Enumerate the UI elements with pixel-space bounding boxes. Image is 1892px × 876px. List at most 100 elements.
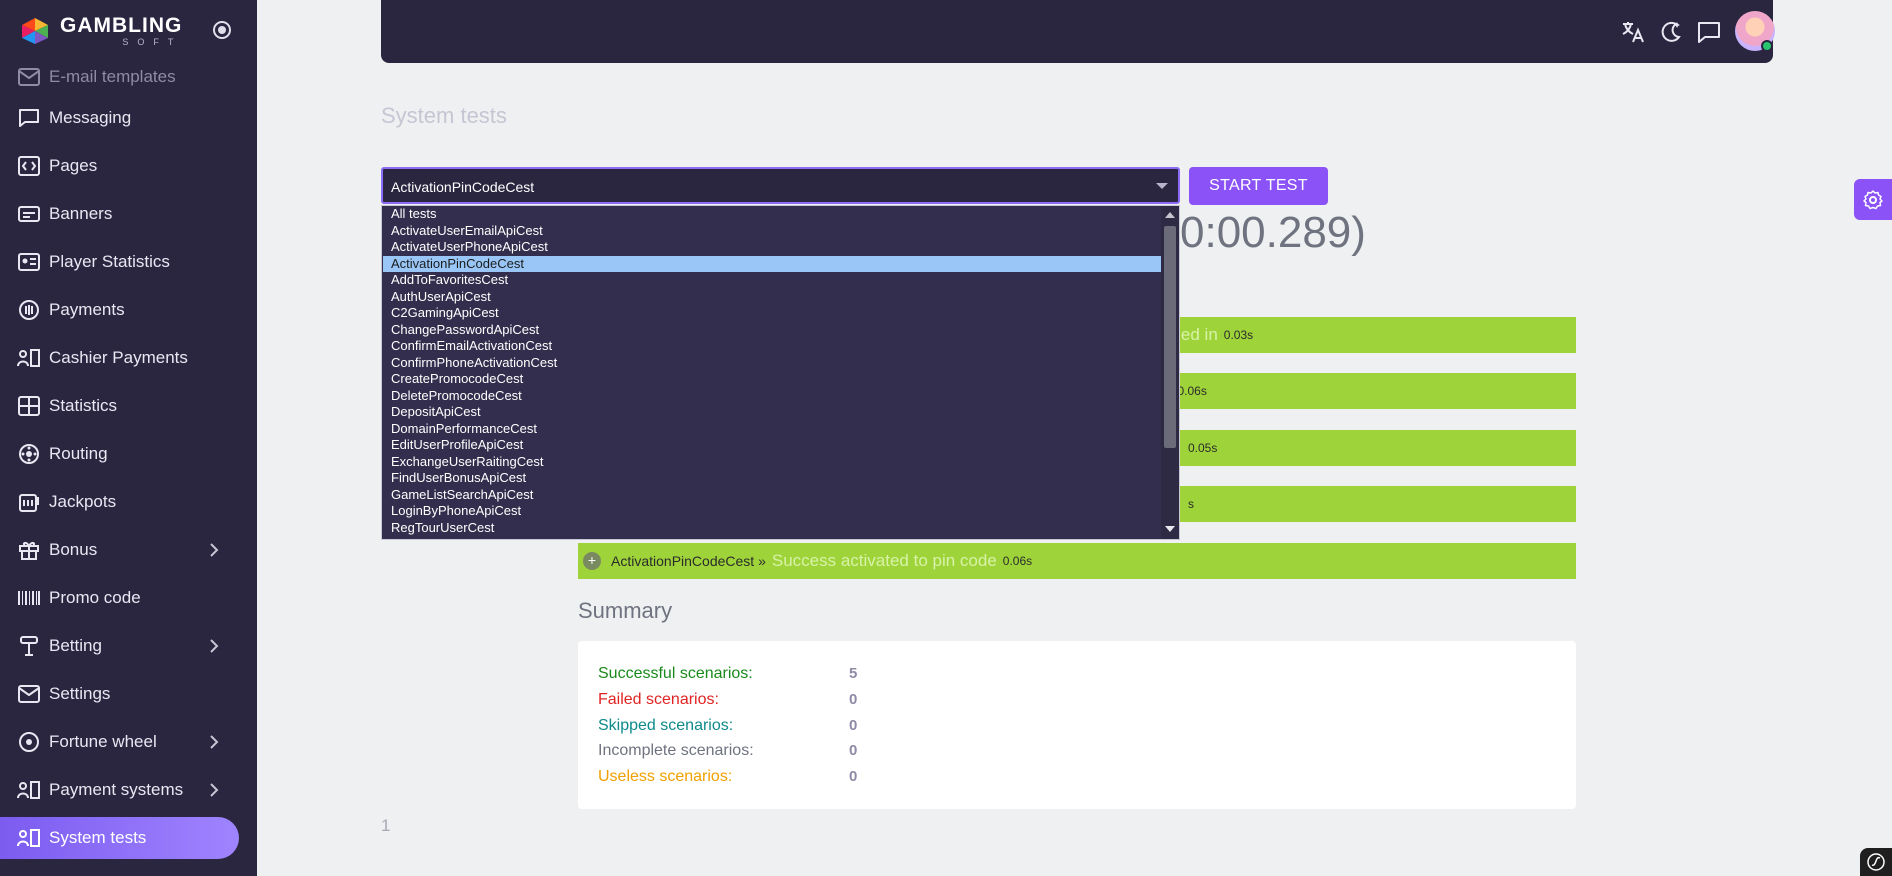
dropdown-option[interactable]: GameListSearchApiCest — [383, 487, 1161, 504]
sidebar-item-label: Statistics — [49, 396, 118, 415]
result-duration: s — [1188, 497, 1194, 511]
translate-icon[interactable] — [1620, 19, 1646, 45]
sidebar-item-label: System tests — [49, 828, 147, 847]
brand-logo[interactable]: GAMBLING SOFT — [20, 14, 182, 48]
dropdown-option[interactable]: ActivateUserPhoneApiCest — [383, 239, 1161, 256]
scroll-down-icon[interactable] — [1165, 526, 1175, 532]
test-select-dropdown: All tests ActivateUserEmailApiCest Activ… — [381, 205, 1180, 540]
sidebar-item-cashier-payments[interactable]: Cashier Payments — [0, 334, 257, 382]
dropdown-option[interactable]: FindUserBonusApiCest — [383, 470, 1161, 487]
summary-useless-value: 0 — [849, 768, 858, 785]
summary-failed-label: Failed scenarios: — [598, 691, 719, 708]
result-duration: 0.06s — [1177, 384, 1207, 398]
cashier-icon — [17, 826, 41, 850]
sidebar: GAMBLING SOFT E-mail templates Messaging… — [0, 0, 257, 876]
dropdown-option[interactable]: AddToFavoritesCest — [383, 272, 1161, 289]
cashier-icon — [17, 778, 41, 802]
brand-name: GAMBLING — [60, 14, 183, 37]
top-bar — [381, 0, 1775, 63]
code-page-icon — [17, 154, 41, 178]
dropdown-option[interactable]: ExchangeUserRaitingCest — [383, 454, 1161, 471]
sidebar-item-pages[interactable]: Pages — [0, 142, 257, 190]
customizer-settings-button[interactable] — [1854, 179, 1892, 220]
sidebar-item-payments[interactable]: Payments — [0, 286, 257, 334]
sidebar-item-label: Fortune wheel — [49, 732, 157, 751]
start-test-button[interactable]: START TEST — [1189, 167, 1328, 205]
moon-icon[interactable] — [1658, 19, 1684, 45]
chat-icon[interactable] — [1696, 19, 1722, 45]
dropdown-option-selected[interactable]: ActivationPinCodeCest — [383, 255, 1161, 272]
sidebar-toggle-icon[interactable] — [213, 21, 231, 39]
summary-failed-value: 0 — [849, 691, 858, 708]
dropdown-option[interactable]: RegTourUserCest — [383, 520, 1161, 537]
summary-skipped-value: 0 — [849, 717, 858, 734]
sidebar-item-routing[interactable]: Routing — [0, 430, 257, 478]
dropdown-arrow-icon[interactable] — [1156, 183, 1168, 189]
barcode-icon — [17, 586, 41, 610]
jackpot-icon — [17, 490, 41, 514]
table-icon — [17, 394, 41, 418]
chat-icon — [17, 106, 41, 130]
sidebar-item-label: Jackpots — [49, 492, 117, 511]
result-duration: 0.03s — [1223, 328, 1254, 342]
sidebar-item-jackpots[interactable]: Jackpots — [0, 478, 257, 526]
sidebar-item-system-tests[interactable]: System tests — [0, 817, 239, 859]
dropdown-option[interactable]: C2GamingApiCest — [383, 305, 1161, 322]
sidebar-item-label: Payment systems — [49, 780, 184, 799]
expand-plus-icon[interactable]: + — [583, 552, 601, 570]
sidebar-item-label: Betting — [49, 636, 102, 655]
logo-icon — [22, 18, 48, 44]
sidebar-item-payment-systems[interactable]: Payment systems — [0, 766, 257, 814]
sidebar-item-bonus[interactable]: Bonus — [0, 526, 257, 574]
online-status-dot — [1761, 40, 1773, 52]
sidebar-item-label: Player Statistics — [49, 252, 170, 271]
sidebar-item-label: Cashier Payments — [49, 348, 188, 367]
sidebar-item-settings[interactable]: Settings — [0, 670, 257, 718]
dropdown-option[interactable]: ConfirmPhoneActivationCest — [383, 355, 1161, 372]
cashier-icon — [17, 346, 41, 370]
chevron-right-icon — [210, 783, 219, 797]
dropdown-option[interactable]: ChangePasswordApiCest — [383, 322, 1161, 339]
dropdown-option[interactable]: All tests — [383, 206, 1161, 223]
sidebar-item-messaging[interactable]: Messaging — [0, 94, 257, 142]
debug-toolbar-icon[interactable] — [1860, 848, 1892, 876]
sidebar-item-promo-code[interactable]: Promo code — [0, 574, 257, 622]
summary-incomplete-label: Incomplete scenarios: — [598, 742, 754, 759]
scroll-up-icon[interactable] — [1165, 212, 1175, 218]
routing-icon — [17, 442, 41, 466]
test-select[interactable]: ActivationPinCodeCest — [381, 167, 1180, 204]
dropdown-scrollbar[interactable] — [1161, 206, 1179, 539]
scrollbar-thumb[interactable] — [1164, 226, 1176, 448]
dropdown-option[interactable]: CreatePromocodeCest — [383, 371, 1161, 388]
dropdown-option[interactable]: ActivateUserEmailApiCest — [383, 223, 1161, 240]
dropdown-option[interactable]: DepositApiCest — [383, 404, 1161, 421]
pagination-page[interactable]: 1 — [381, 816, 390, 836]
sidebar-item-label: Routing — [49, 444, 108, 463]
result-class-name: ActivationPinCodeCest » — [611, 553, 766, 569]
dropdown-option[interactable]: ConfirmEmailActivationCest — [383, 338, 1161, 355]
mail-icon — [17, 682, 41, 706]
dropdown-option[interactable]: EditUserProfileApiCest — [383, 437, 1161, 454]
sidebar-item-email-templates[interactable]: E-mail templates — [0, 60, 257, 94]
sidebar-item-label: Settings — [49, 684, 111, 703]
dropdown-option[interactable]: DeletePromocodeCest — [383, 388, 1161, 405]
result-row[interactable]: + ActivationPinCodeCest » Success activa… — [578, 543, 1576, 579]
sidebar-item-banners[interactable]: Banners — [0, 190, 257, 238]
sidebar-item-statistics[interactable]: Statistics — [0, 382, 257, 430]
dropdown-option[interactable]: DomainPerformanceCest — [383, 421, 1161, 438]
sidebar-item-fortune-wheel[interactable]: Fortune wheel — [0, 718, 257, 766]
wheel-icon — [17, 730, 41, 754]
sidebar-item-betting[interactable]: Betting — [0, 622, 257, 670]
sidebar-item-player-statistics[interactable]: Player Statistics — [0, 238, 257, 286]
sidebar-item-label: E-mail templates — [49, 67, 176, 86]
dropdown-option[interactable]: AuthUserApiCest — [383, 289, 1161, 306]
gear-icon — [1863, 189, 1883, 209]
chevron-right-icon — [210, 639, 219, 653]
id-card-icon — [17, 250, 41, 274]
dropdown-option[interactable]: LoginByPhoneApiCest — [383, 503, 1161, 520]
summary-incomplete-value: 0 — [849, 742, 858, 759]
result-message: Success activated to pin code — [771, 551, 997, 570]
sidebar-item-label: Banners — [49, 204, 113, 223]
summary-successful-label: Successful scenarios: — [598, 665, 753, 682]
result-duration: 0.05s — [1188, 441, 1218, 455]
